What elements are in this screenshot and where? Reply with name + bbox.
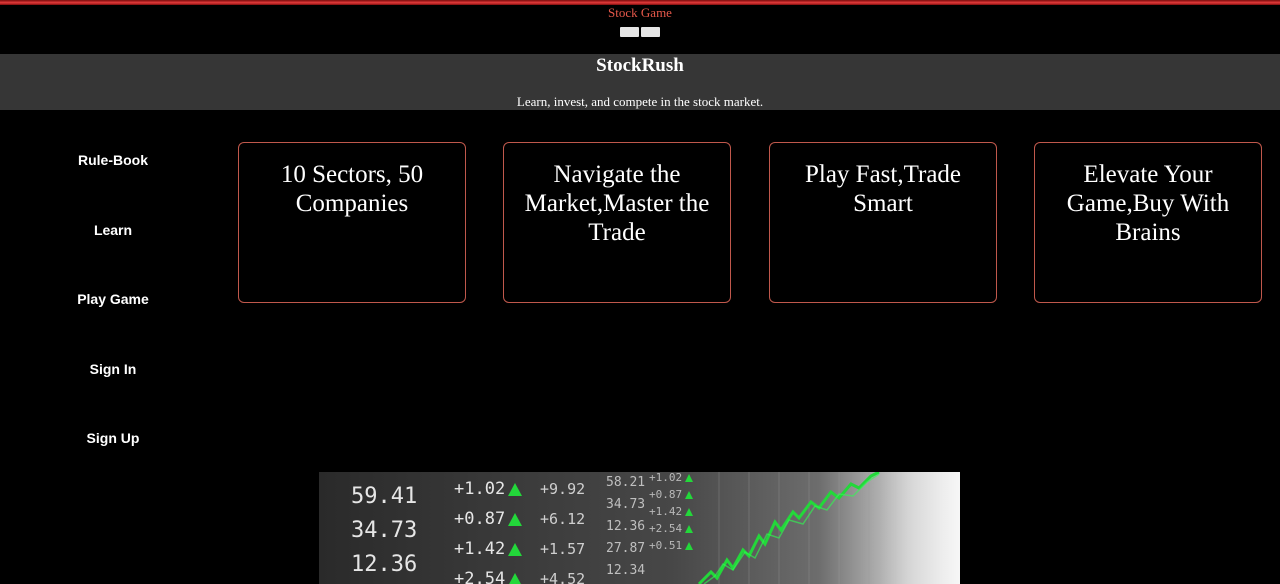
rising-trend-line-icon [697, 472, 960, 584]
sidebar-item-rule-book[interactable]: Rule-Book [0, 152, 226, 168]
toggle-block [620, 27, 639, 37]
sidebar-item-play-game[interactable]: Play Game [0, 291, 226, 307]
feature-card-navigate: Navigate the Market,Master the Trade [503, 142, 731, 303]
header-band: StockRush Learn, invest, and compete in … [0, 54, 1280, 110]
stock-ticker-image: 59.41 34.73 12.36 +1.02 +0.87 +1.42 +2.5… [319, 472, 960, 584]
toggle-block [641, 27, 660, 37]
tagline: Learn, invest, and compete in the stock … [516, 94, 764, 109]
brand-title: StockRush [596, 55, 684, 76]
menu-toggle-icon[interactable] [620, 27, 660, 37]
page: Stock Game StockRush Learn, invest, and … [0, 0, 1280, 584]
feature-card-play-fast: Play Fast,Trade Smart [769, 142, 997, 303]
sidebar-item-sign-in[interactable]: Sign In [0, 361, 226, 377]
feature-card-elevate: Elevate Your Game,Buy With Brains [1034, 142, 1262, 303]
sidebar-item-learn[interactable]: Learn [0, 222, 226, 238]
feature-card-sectors: 10 Sectors, 50 Companies [238, 142, 466, 303]
site-title: Stock Game [608, 5, 672, 20]
sidebar-item-sign-up[interactable]: Sign Up [0, 430, 226, 446]
